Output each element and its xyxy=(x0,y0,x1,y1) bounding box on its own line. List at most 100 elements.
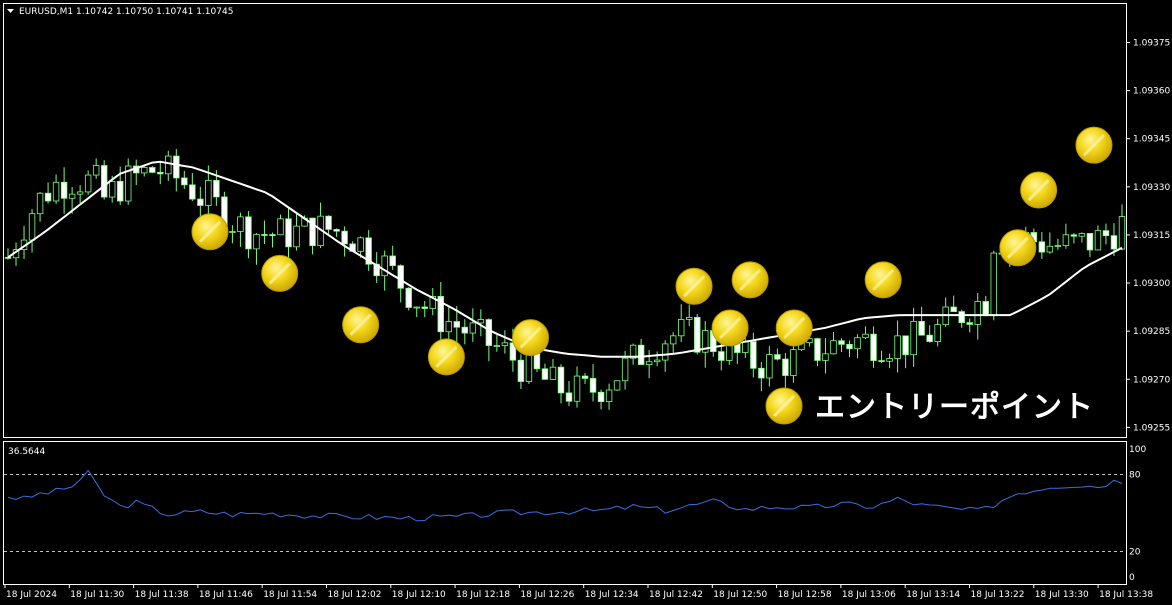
candle-body xyxy=(950,306,957,312)
main-panel-frame xyxy=(3,3,1127,438)
candle-body xyxy=(453,321,461,328)
time-tick-label: 18 Jul 12:18 xyxy=(456,590,510,600)
time-tick-label: 18 Jul 2024 xyxy=(6,590,57,600)
candle-body xyxy=(718,351,725,361)
candle-body xyxy=(357,237,364,252)
time-tick-label: 18 Jul 13:30 xyxy=(1035,590,1089,600)
candle-body xyxy=(461,326,469,334)
candle-body xyxy=(613,380,621,391)
candle-body xyxy=(229,231,236,233)
candle-body xyxy=(910,321,917,356)
candle-body xyxy=(902,335,909,356)
candle-body xyxy=(990,252,997,316)
candle-body xyxy=(421,306,428,309)
candle-body xyxy=(381,255,388,277)
candle-body xyxy=(597,391,605,403)
candle-body xyxy=(1038,241,1046,253)
candle-body xyxy=(341,230,348,245)
candle-body xyxy=(1046,245,1054,253)
time-tick-label: 18 Jul 12:10 xyxy=(392,590,446,600)
oscillator-tick-label: 80 xyxy=(1129,471,1141,481)
candle-body xyxy=(245,216,252,250)
time-tick-label: 18 Jul 11:54 xyxy=(263,590,317,600)
price-tick-label: 1.09330 xyxy=(1133,183,1170,193)
candle-body xyxy=(854,337,861,350)
candle-body xyxy=(862,333,869,339)
candle-body xyxy=(477,319,485,324)
candle-body xyxy=(469,322,477,334)
candle-body xyxy=(1110,235,1118,250)
price-tick-label: 1.09300 xyxy=(1133,279,1170,289)
candle-body xyxy=(1054,245,1062,247)
candle-body xyxy=(605,389,613,403)
candle-body xyxy=(141,167,148,174)
candle-body xyxy=(581,375,589,379)
candle-body xyxy=(285,218,292,248)
candle-body xyxy=(661,343,669,361)
candle-body xyxy=(774,354,781,360)
candle-body xyxy=(637,344,645,365)
candle-body xyxy=(1086,233,1094,251)
time-tick-label: 18 Jul 12:34 xyxy=(585,590,639,600)
candle-body xyxy=(397,265,404,289)
candle-body xyxy=(573,375,581,402)
candle-body xyxy=(982,301,989,316)
candle-body xyxy=(485,319,493,346)
time-tick-label: 18 Jul 13:38 xyxy=(1099,590,1153,600)
trading-chart: EURUSD,M1 1.10742 1.10750 1.10741 1.1074… xyxy=(3,3,1170,600)
time-tick-label: 18 Jul 12:02 xyxy=(328,590,382,600)
candle-body xyxy=(277,218,284,236)
candle-body xyxy=(76,191,84,195)
candle-body xyxy=(28,213,36,241)
price-axis: 1.09375 1.09360 1.09345 1.09330 1.09315 1.093… xyxy=(1126,38,1170,433)
candle-body xyxy=(758,367,765,379)
candle-body xyxy=(525,351,533,382)
time-tick-label: 18 Jul 11:30 xyxy=(70,590,124,600)
candle-body xyxy=(822,353,829,361)
time-axis: 18 Jul 2024 18 Jul 11:30 18 Jul 11:38 18 Ju… xyxy=(4,584,1153,600)
candle-body xyxy=(501,342,509,346)
candle-body xyxy=(100,165,108,198)
candle-body xyxy=(766,354,773,379)
candle-body xyxy=(205,179,212,206)
price-tick-label: 1.09345 xyxy=(1133,135,1170,145)
price-tick-label: 1.09360 xyxy=(1133,87,1170,97)
candle-body xyxy=(52,181,60,202)
candle-body xyxy=(60,181,68,199)
candle-body xyxy=(333,229,340,232)
time-tick-label: 18 Jul 12:42 xyxy=(649,590,703,600)
candle-body xyxy=(878,360,885,362)
candle-body xyxy=(838,340,845,345)
candle-body xyxy=(197,198,204,206)
time-tick-label: 18 Jul 13:06 xyxy=(842,590,896,600)
time-tick-label: 18 Jul 11:46 xyxy=(199,590,253,600)
candle-body xyxy=(68,193,76,199)
candle-body xyxy=(173,155,180,179)
oscillator-axis: 100 80 20 0 xyxy=(1129,445,1146,583)
candle-body xyxy=(4,256,12,259)
candle-body xyxy=(269,234,276,236)
candle-body xyxy=(886,358,893,362)
candle-body xyxy=(253,234,260,250)
candle-body xyxy=(830,340,837,355)
candle-body xyxy=(790,349,797,376)
candle-body xyxy=(1118,216,1126,250)
candle-body xyxy=(958,311,965,323)
candle-body xyxy=(589,378,597,393)
entry-point-legend: エントリーポイント xyxy=(765,387,1093,425)
candle-body xyxy=(157,172,164,175)
candle-body xyxy=(645,361,653,365)
candle-body xyxy=(493,345,501,347)
candle-body xyxy=(557,366,565,394)
time-tick-label: 18 Jul 12:58 xyxy=(778,590,832,600)
candle-body xyxy=(541,368,549,380)
price-tick-label: 1.09270 xyxy=(1133,375,1170,385)
price-tick-label: 1.09315 xyxy=(1133,231,1170,241)
candle-body xyxy=(1070,234,1078,237)
candle-body xyxy=(918,321,925,336)
candle-body xyxy=(686,317,693,320)
candle-body xyxy=(934,324,941,342)
candle-body xyxy=(1062,234,1070,246)
candle-body xyxy=(549,366,557,380)
candle-body xyxy=(261,234,268,236)
